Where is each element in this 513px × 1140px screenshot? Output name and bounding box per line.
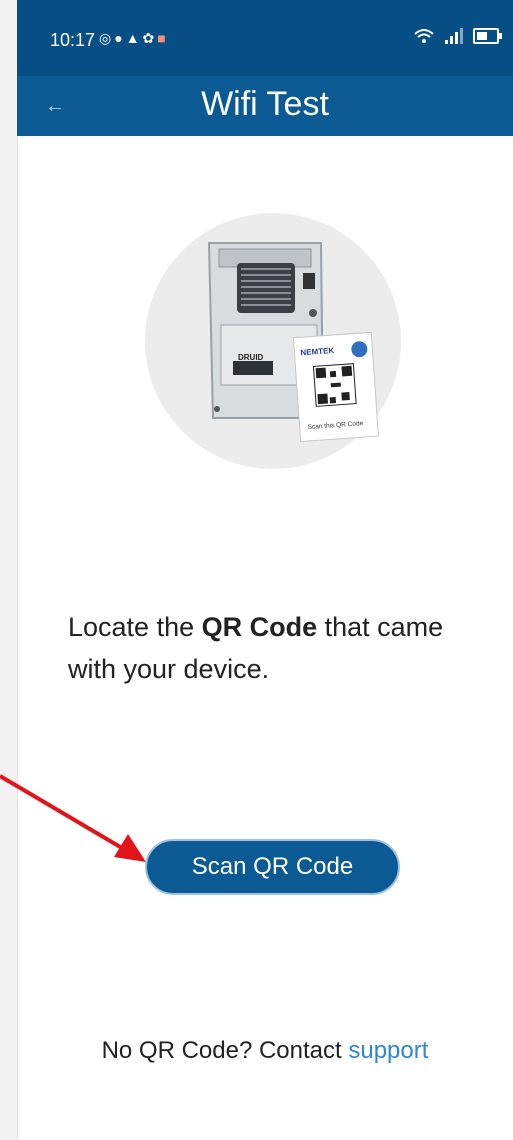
device-label: DRUID <box>238 353 264 362</box>
wifi-6-icon <box>414 29 434 43</box>
footer-text: No QR Code? Contact support <box>0 1037 513 1065</box>
footer-label: No QR Code? Contact <box>101 1037 349 1064</box>
status-time: 10:17 <box>50 30 96 50</box>
page-title: Wifi Test <box>201 85 329 123</box>
instruction-prefix: Locate the <box>68 612 202 642</box>
annotation-arrow <box>0 774 146 862</box>
notification-icons: ◎●▲✿■ <box>99 30 169 47</box>
signal-icon <box>445 28 463 44</box>
status-bar: 10:17 ◎●▲✿■ <box>17 0 513 76</box>
app-icon: ✿ <box>142 30 158 46</box>
left-edge-strip <box>0 0 18 1140</box>
support-link[interactable]: support <box>348 1037 428 1064</box>
device-display <box>233 361 273 375</box>
battery-icon <box>473 28 502 44</box>
whatsapp-icon: ◎ <box>99 30 115 46</box>
system-icons <box>413 28 502 44</box>
instruction-emphasis: QR Code <box>201 612 318 642</box>
instruction-text: Locate the QR Code that came with your d… <box>68 606 468 690</box>
shield-icon: ■ <box>157 30 169 46</box>
notification-bell-icon: ▲ <box>125 30 143 46</box>
qr-card: NEMTEK Scan this QR Code <box>292 331 379 443</box>
scan-qr-code-button[interactable]: Scan QR Code <box>145 839 400 895</box>
chat-icon: ● <box>114 30 126 46</box>
device-illustration: DRUID NEMTEK Scan this QR Code <box>145 213 401 469</box>
app-bar: ← Wifi Test <box>17 76 513 136</box>
